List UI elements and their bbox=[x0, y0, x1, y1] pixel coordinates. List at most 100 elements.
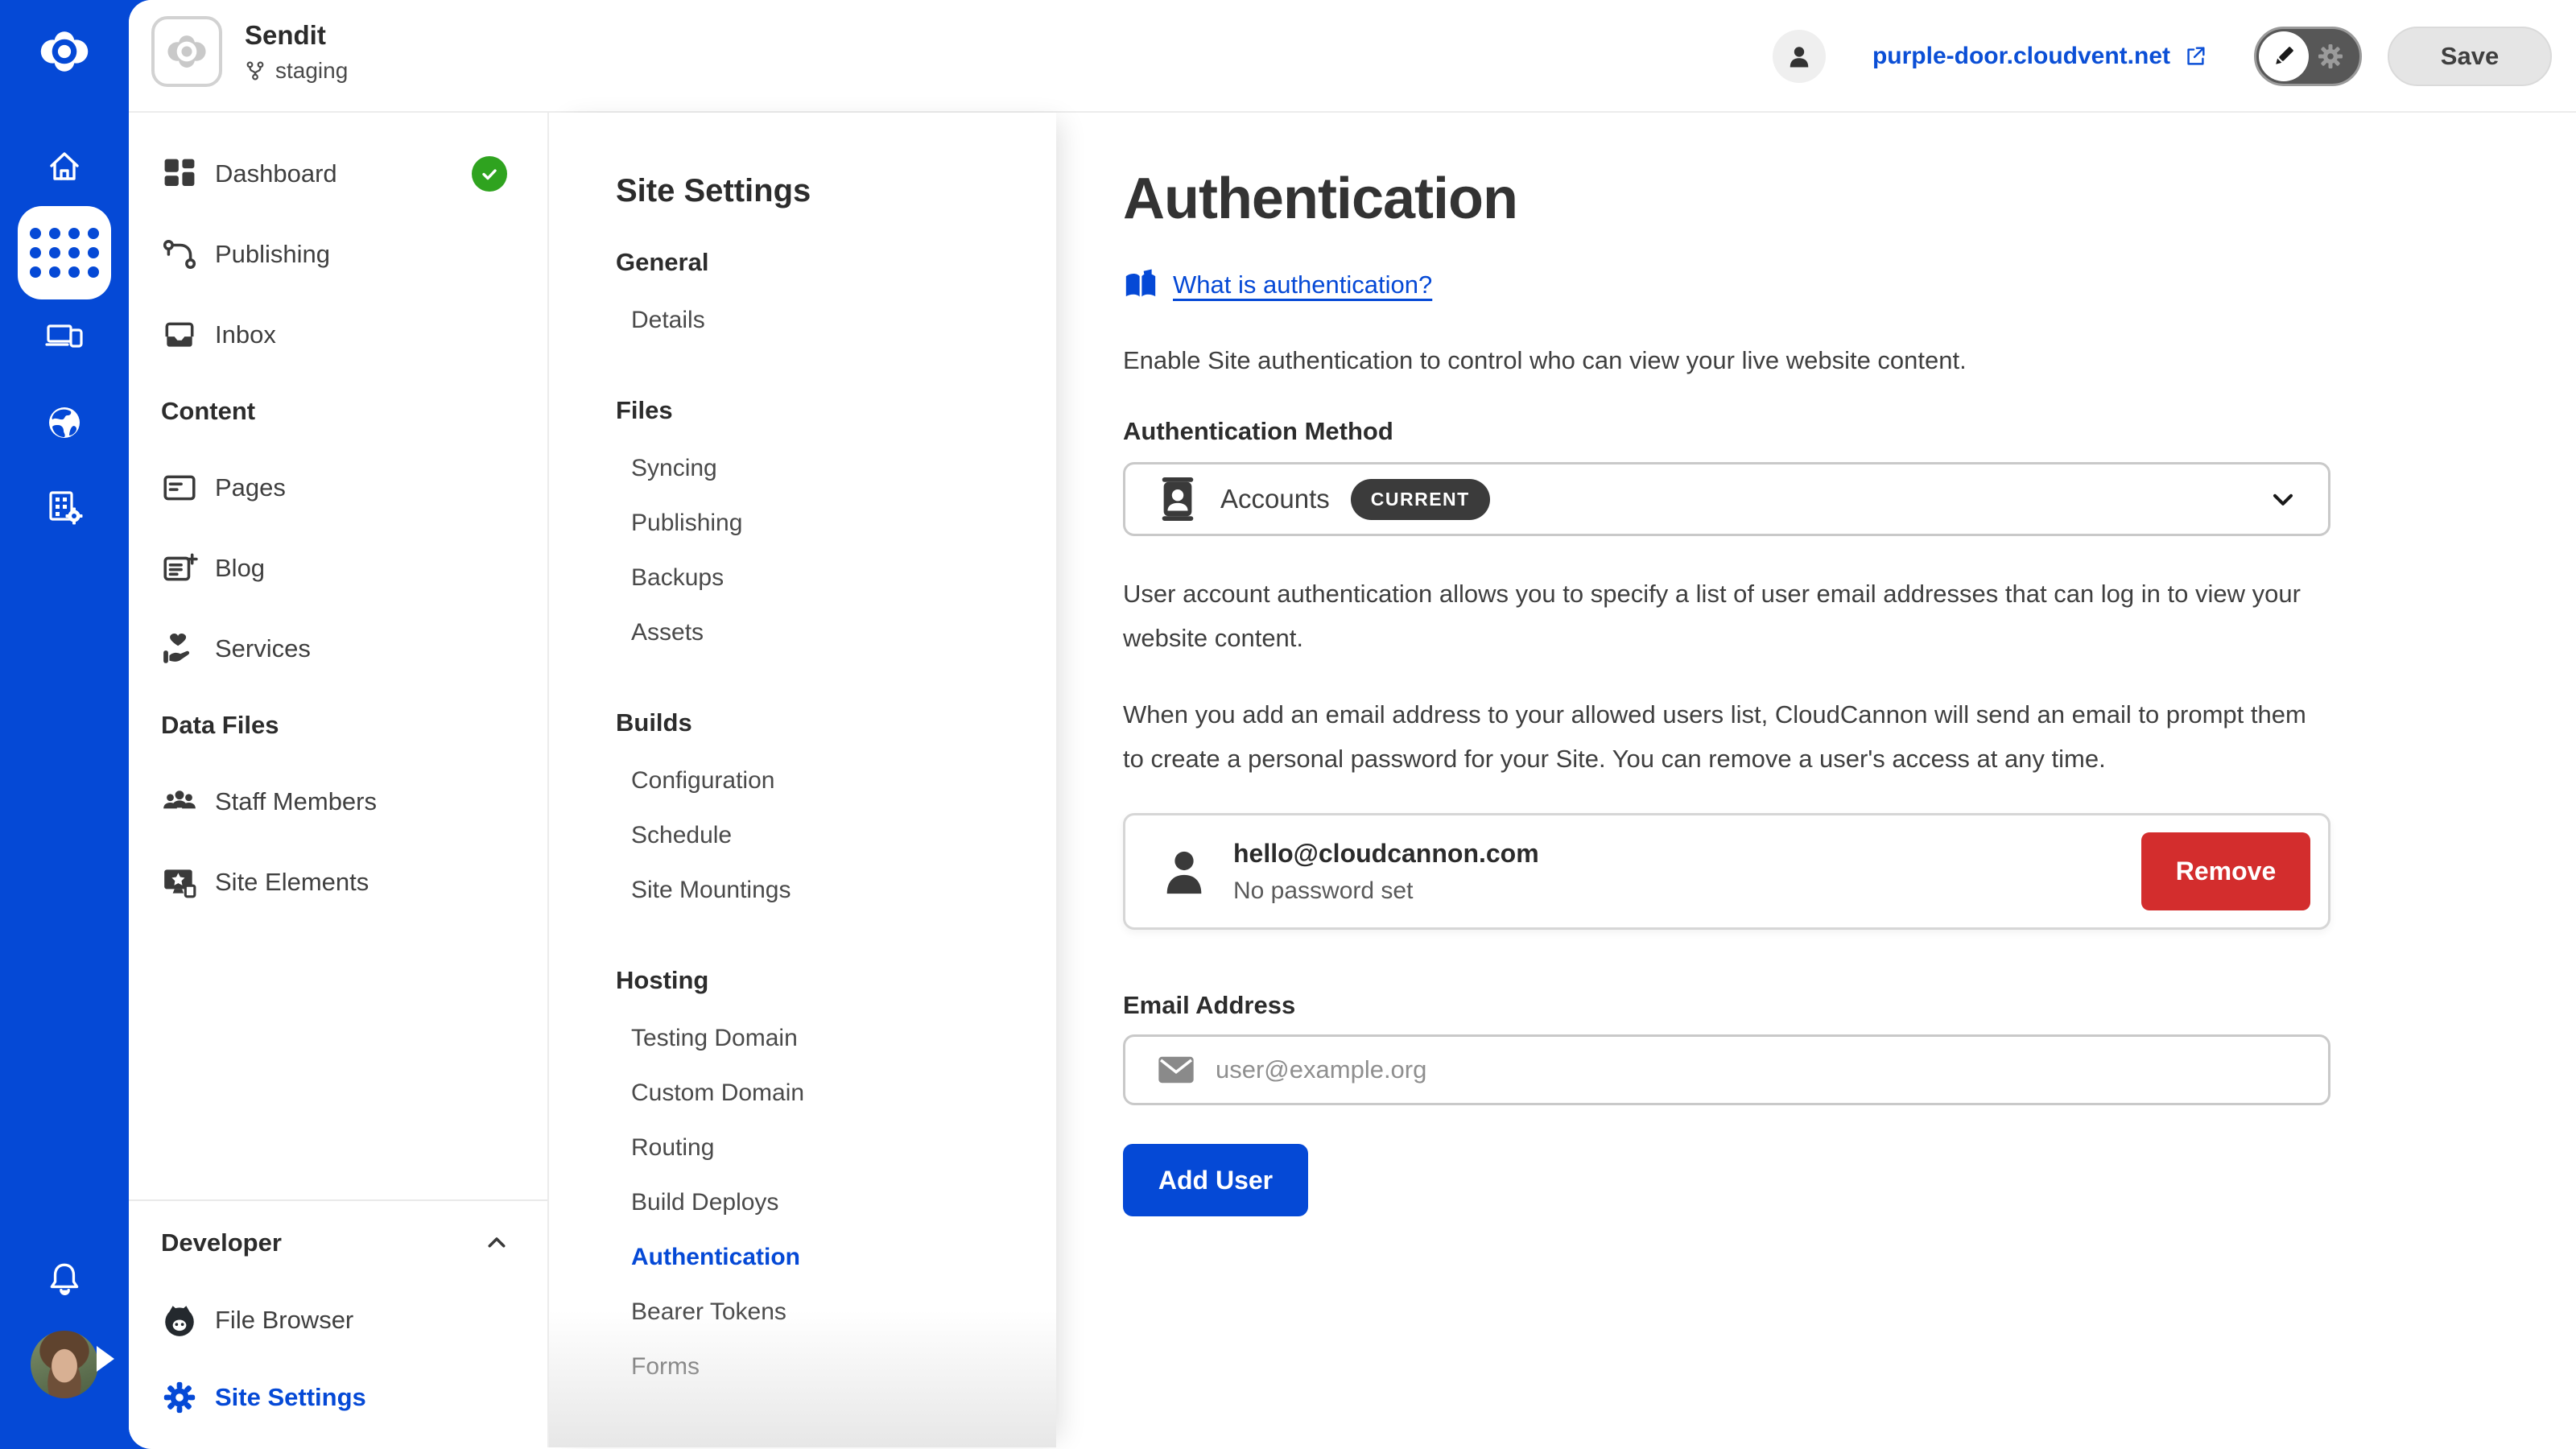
home-icon[interactable] bbox=[45, 147, 84, 186]
book-icon bbox=[1123, 269, 1158, 301]
help-link-label: What is authentication? bbox=[1173, 270, 1432, 299]
blog-post-icon bbox=[161, 550, 198, 587]
organization-settings-icon[interactable] bbox=[45, 488, 84, 526]
developer-section: Developer File Browser bbox=[129, 1199, 547, 1436]
gear-icon bbox=[161, 1379, 198, 1416]
page-icon bbox=[161, 469, 198, 506]
branch-name: staging bbox=[275, 58, 348, 84]
settings-item-schedule[interactable]: Schedule bbox=[616, 808, 1056, 863]
live-site-link[interactable]: purple-door.cloudvent.net bbox=[1872, 43, 2207, 70]
edit-settings-toggle[interactable] bbox=[2254, 27, 2362, 86]
sidebar-item-file-browser[interactable]: File Browser bbox=[129, 1282, 547, 1359]
add-user-button[interactable]: Add User bbox=[1123, 1144, 1308, 1216]
settings-item-publishing[interactable]: Publishing bbox=[616, 496, 1056, 551]
settings-item-forms[interactable]: Forms bbox=[616, 1340, 1056, 1394]
sidebar-item-label: Site Elements bbox=[215, 868, 369, 897]
user-password-status: No password set bbox=[1233, 877, 1539, 905]
sidebar-item-staff-members[interactable]: Staff Members bbox=[129, 762, 547, 842]
authentication-method-select[interactable]: Accounts CURRENT bbox=[1123, 462, 2330, 536]
site-name: Sendit bbox=[245, 20, 348, 51]
sidebar-item-label: Services bbox=[215, 634, 311, 663]
devices-icon[interactable] bbox=[45, 318, 84, 357]
chevron-up-icon bbox=[485, 1231, 509, 1255]
settings-item-custom-domain[interactable]: Custom Domain bbox=[616, 1066, 1056, 1121]
remove-user-button[interactable]: Remove bbox=[2141, 832, 2310, 910]
monitor-star-icon bbox=[161, 864, 198, 901]
sidebar-item-site-settings[interactable]: Site Settings bbox=[129, 1359, 547, 1436]
notifications-bell-icon[interactable] bbox=[44, 1258, 85, 1298]
user-email: hello@cloudcannon.com bbox=[1233, 839, 1539, 869]
app-rail bbox=[0, 0, 129, 1449]
allowed-user-row: hello@cloudcannon.com No password set Re… bbox=[1123, 813, 2330, 930]
account-card-icon bbox=[1156, 476, 1199, 522]
settings-item-routing[interactable]: Routing bbox=[616, 1121, 1056, 1175]
apps-grid-icon[interactable] bbox=[18, 206, 111, 299]
settings-item-authentication[interactable]: Authentication bbox=[616, 1230, 1056, 1285]
sidebar-item-services[interactable]: Services bbox=[129, 609, 547, 689]
intro-text: Enable Site authentication to control wh… bbox=[1123, 343, 2330, 378]
envelope-icon bbox=[1158, 1055, 1195, 1084]
service-hand-heart-icon bbox=[161, 630, 198, 667]
sidebar-item-dashboard[interactable]: Dashboard bbox=[129, 134, 547, 214]
sidebar-item-pages[interactable]: Pages bbox=[129, 448, 547, 528]
settings-section-general: General Details bbox=[616, 238, 1056, 348]
settings-item-syncing[interactable]: Syncing bbox=[616, 441, 1056, 496]
save-button[interactable]: Save bbox=[2388, 27, 2552, 86]
globe-icon[interactable] bbox=[45, 403, 84, 442]
github-icon bbox=[161, 1302, 198, 1339]
git-branch-icon bbox=[245, 60, 266, 81]
green-check-badge bbox=[472, 156, 507, 192]
settings-section-builds: Builds Configuration Schedule Site Mount… bbox=[616, 699, 1056, 918]
sidebar-item-label: Dashboard bbox=[215, 159, 337, 188]
page-title: Authentication bbox=[1123, 166, 2576, 232]
expand-arrow-icon[interactable] bbox=[97, 1346, 114, 1372]
account-avatar-icon[interactable] bbox=[1773, 30, 1826, 83]
settings-item-bearer-tokens[interactable]: Bearer Tokens bbox=[616, 1285, 1056, 1340]
sidebar-item-inbox[interactable]: Inbox bbox=[129, 295, 547, 375]
site-logo bbox=[151, 16, 222, 87]
email-input[interactable] bbox=[1216, 1055, 2304, 1084]
sidebar-item-publishing[interactable]: Publishing bbox=[129, 214, 547, 295]
settings-item-site-mountings[interactable]: Site Mountings bbox=[616, 863, 1056, 918]
top-header: Sendit staging purple-door.cloudvent.net bbox=[129, 0, 2576, 113]
settings-item-testing-domain[interactable]: Testing Domain bbox=[616, 1011, 1056, 1066]
sidebar-item-label: Inbox bbox=[215, 320, 276, 349]
settings-item-backups[interactable]: Backups bbox=[616, 551, 1056, 605]
settings-item-configuration[interactable]: Configuration bbox=[616, 753, 1056, 808]
live-site-url: purple-door.cloudvent.net bbox=[1872, 43, 2170, 70]
sidebar-item-label: Site Settings bbox=[215, 1383, 366, 1412]
edit-mode-knob bbox=[2259, 31, 2309, 81]
external-link-icon bbox=[2183, 44, 2207, 68]
body-text-1: User account authentication allows you t… bbox=[1123, 572, 2330, 660]
current-badge: CURRENT bbox=[1351, 479, 1490, 520]
header-actions: purple-door.cloudvent.net bbox=[1773, 27, 2552, 86]
nav-section-content: Content bbox=[129, 375, 547, 448]
sidebar-item-blog[interactable]: Blog bbox=[129, 528, 547, 609]
publishing-merge-icon bbox=[161, 236, 198, 273]
body-text-2: When you add an email address to your al… bbox=[1123, 692, 2330, 781]
people-icon bbox=[161, 783, 198, 820]
settings-item-build-deploys[interactable]: Build Deploys bbox=[616, 1175, 1056, 1230]
method-label: Authentication Method bbox=[1123, 417, 2576, 446]
site-identity[interactable]: Sendit staging bbox=[151, 16, 348, 87]
sidebar-item-label: File Browser bbox=[215, 1306, 353, 1335]
settings-title: Site Settings bbox=[616, 173, 1056, 209]
main-content: Authentication What is authentication? E… bbox=[1056, 113, 2576, 1447]
settings-item-details[interactable]: Details bbox=[616, 293, 1056, 348]
app-panel: Sendit staging purple-door.cloudvent.net bbox=[129, 0, 2576, 1449]
apps-grid-dots bbox=[30, 228, 99, 278]
cloudcannon-logo bbox=[35, 23, 93, 80]
gear-icon bbox=[2314, 40, 2347, 72]
dashboard-icon bbox=[161, 155, 198, 192]
nav-section-developer[interactable]: Developer bbox=[129, 1204, 547, 1282]
sidebar-item-label: Staff Members bbox=[215, 787, 377, 816]
what-is-authentication-link[interactable]: What is authentication? bbox=[1123, 269, 1432, 301]
site-nav-sidebar: Dashboard Publishing Inbox Cont bbox=[129, 113, 549, 1447]
nav-section-data-files: Data Files bbox=[129, 689, 547, 762]
sidebar-item-label: Blog bbox=[215, 554, 265, 583]
sidebar-item-site-elements[interactable]: Site Elements bbox=[129, 842, 547, 923]
method-value: Accounts bbox=[1220, 484, 1330, 514]
settings-item-assets[interactable]: Assets bbox=[616, 605, 1056, 660]
user-avatar[interactable] bbox=[31, 1331, 98, 1398]
inbox-icon bbox=[161, 316, 198, 353]
